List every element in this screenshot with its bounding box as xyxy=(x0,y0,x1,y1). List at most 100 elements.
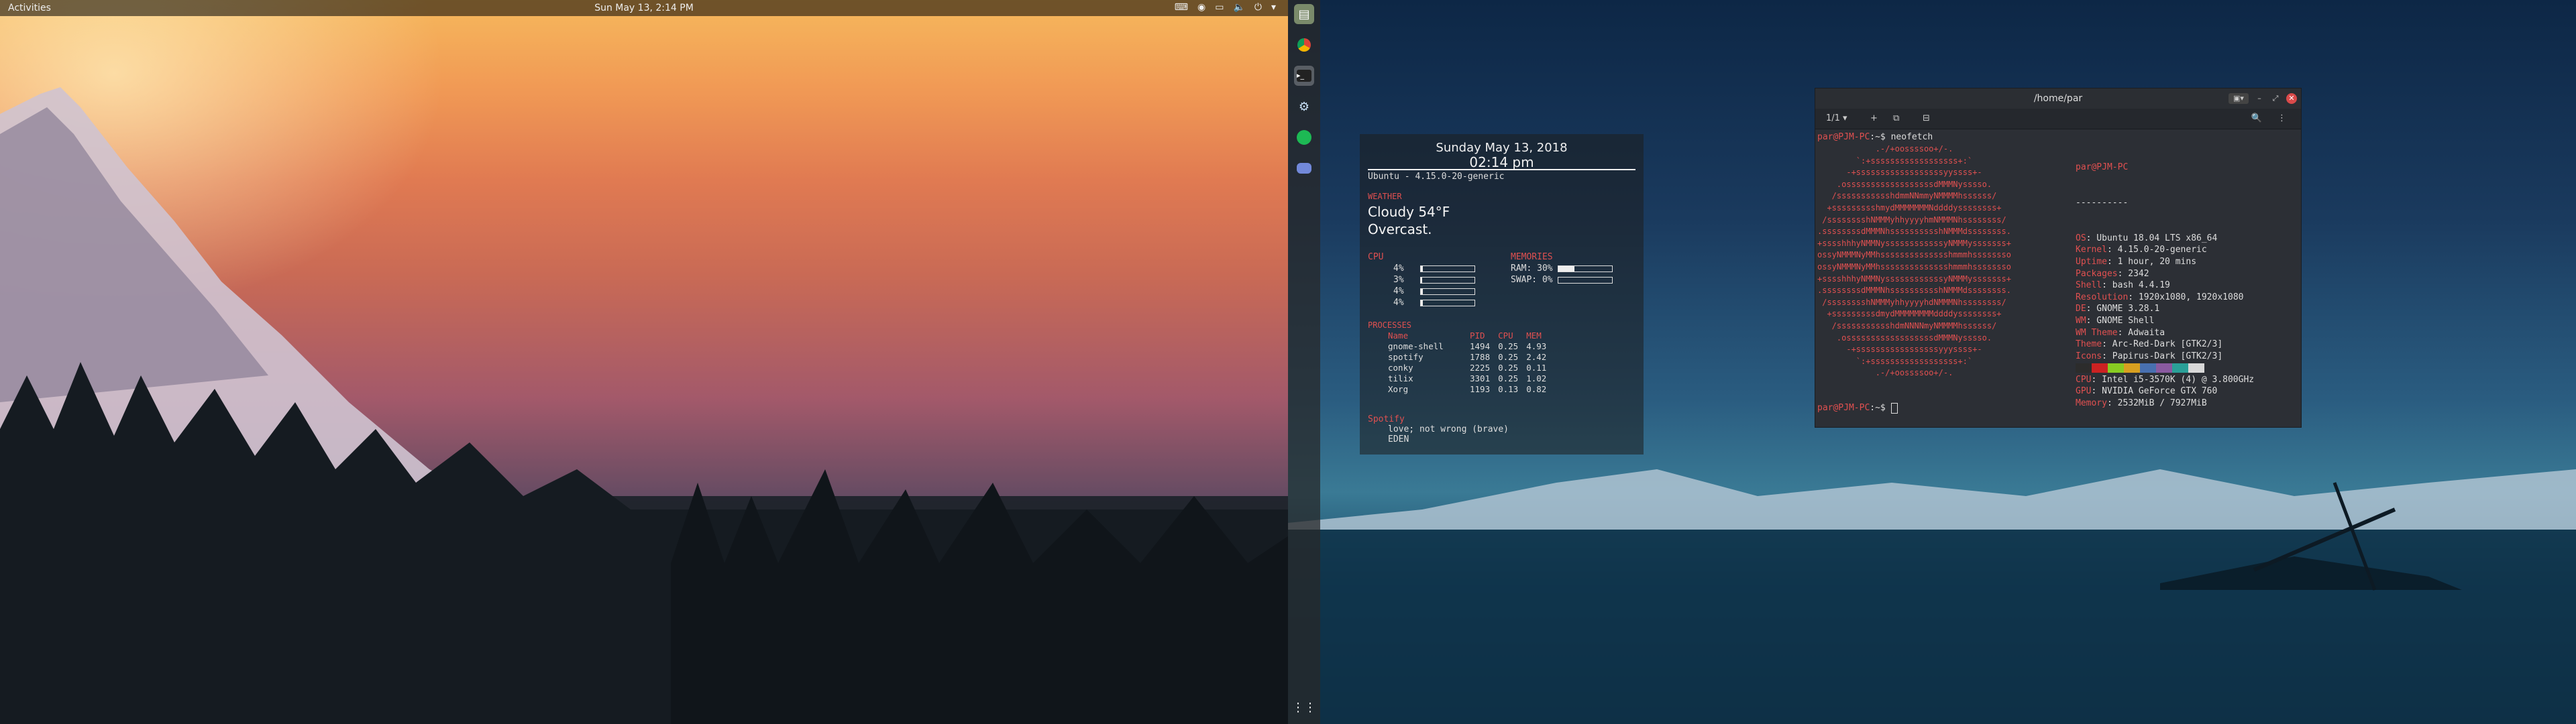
info-value: : 4.15.0-20-generic xyxy=(2106,245,2207,255)
color-swatch xyxy=(2172,363,2188,373)
dock: ▤ ▸_ ⚙ ⋮⋮ xyxy=(1288,0,1320,724)
swap-label: SWAP: 0% xyxy=(1511,275,1553,285)
files-icon[interactable]: ▤ xyxy=(1294,4,1314,24)
processes-section: PROCESSES Name PID CPU MEM gnome-shell 1494 0… xyxy=(1368,320,1550,394)
screen-icon[interactable]: ▭ xyxy=(1215,2,1224,13)
color-swatch xyxy=(2092,363,2108,373)
cpu-rows: 4% 3% 4% 4% xyxy=(1368,263,1475,308)
spotify-heading: Spotify xyxy=(1368,414,1405,424)
top-bar: Activities Sun May 13, 2:14 PM ⌨ ◉ ▭ 🔈 ⏻… xyxy=(0,0,1288,16)
session-selector[interactable]: 1/1 ▾ xyxy=(1826,113,1847,123)
show-apps-icon[interactable]: ⋮⋮ xyxy=(1292,697,1316,717)
process-header: PID xyxy=(1470,330,1485,341)
clock[interactable]: Sun May 13, 2:14 PM xyxy=(0,3,1288,13)
kernel-label: Ubuntu - 4.15.0-20-generic xyxy=(1368,172,1505,182)
info-row: GPU: NVIDIA GeForce GTX 760 xyxy=(2076,385,2254,398)
process-header: MEM xyxy=(1526,330,1542,341)
minimize-icon[interactable]: – xyxy=(2254,93,2265,104)
info-row: Kernel: 4.15.0-20-generic xyxy=(2076,244,2254,256)
info-key: CPU xyxy=(2076,374,2092,385)
cpu-core-row: 4% xyxy=(1368,263,1475,275)
table-row: gnome-shell 1494 0.25 4.93 xyxy=(1368,341,1550,351)
color-swatch xyxy=(2188,363,2204,373)
info-key: Shell xyxy=(2076,280,2102,291)
color-swatch xyxy=(2076,363,2092,373)
terminal-output[interactable]: par@PJM-PC:~$ neofetch .-/+oossssoo+/-. … xyxy=(1815,130,2301,427)
cpu-core-value: 4% xyxy=(1393,286,1404,296)
process-cell: 2225 xyxy=(1470,362,1491,373)
menu-icon[interactable]: ⋮ xyxy=(2277,113,2286,123)
window-controls: ▣▾ – ⤢ ✕ xyxy=(2229,93,2297,104)
info-key: WM Theme xyxy=(2076,327,2118,338)
info-row: WM: GNOME Shell xyxy=(2076,315,2254,327)
cpu-core-bar xyxy=(1420,265,1475,272)
spotify-icon[interactable] xyxy=(1294,127,1314,147)
cpu-core-row: 3% xyxy=(1368,275,1475,286)
process-header: Name xyxy=(1388,330,1409,341)
process-cell: tilix xyxy=(1388,373,1413,383)
steam-icon[interactable]: ⚙ xyxy=(1294,97,1314,117)
info-value: : 1920x1080, 1920x1080 xyxy=(2128,292,2244,302)
info-value: : Papirus-Dark [GTK2/3] xyxy=(2102,351,2223,361)
text-cursor xyxy=(1890,402,1898,414)
info-key: Resolution xyxy=(2076,292,2129,302)
chevron-down-icon[interactable]: ▾ xyxy=(1271,2,1276,13)
search-icon[interactable]: 🔍 xyxy=(2251,113,2262,123)
info-value: : 1 hour, 20 mins xyxy=(2106,256,2197,267)
cpu-core-value: 4% xyxy=(1393,298,1404,308)
prompt-user-2: par@PJM-PC xyxy=(1817,403,1870,413)
process-cell: gnome-shell xyxy=(1388,341,1444,351)
terminal-titlebar[interactable]: /home/par ▣▾ – ⤢ ✕ xyxy=(1815,88,2301,109)
info-key: Packages xyxy=(2076,268,2118,279)
keyboard-icon[interactable]: ⌨ xyxy=(1175,2,1188,13)
color-swatches xyxy=(2076,363,2204,373)
process-cell: 0.13 xyxy=(1498,383,1519,394)
add-right-icon[interactable]: ⧉ xyxy=(1893,113,1899,123)
discord-icon[interactable] xyxy=(1294,158,1314,178)
process-cell: 0.25 xyxy=(1498,362,1519,373)
conky-date: Sunday May 13, 2018 xyxy=(1436,141,1568,155)
discord-icon[interactable]: ◉ xyxy=(1197,2,1205,13)
system-info: par@PJM-PC ---------- OS: Ubuntu 18.04 L… xyxy=(2076,138,2254,433)
info-key: WM xyxy=(2076,315,2086,326)
add-terminal-icon[interactable]: + xyxy=(1870,113,1878,123)
prompt-user: par@PJM-PC xyxy=(1817,132,1870,142)
close-icon[interactable]: ✕ xyxy=(2286,93,2297,104)
add-down-icon[interactable]: ⊟ xyxy=(1923,113,1930,123)
divider xyxy=(1368,169,1635,170)
ram-row: RAM: 30% xyxy=(1511,263,1613,275)
info-key: OS xyxy=(2076,233,2086,243)
window-title: /home/par xyxy=(2033,93,2083,104)
info-value: : Intel i5-3570K (4) @ 3.800GHz xyxy=(2091,374,2255,385)
info-row: WM Theme: Adwaita xyxy=(2076,327,2254,339)
terminal-toolbar: 1/1 ▾ + ⧉ ⊟ 🔍 ⋮ xyxy=(1815,109,2301,129)
info-value: : Adwaita xyxy=(2117,327,2165,338)
ram-label: RAM: 30% xyxy=(1511,263,1553,274)
weather-heading: WEATHER xyxy=(1368,192,1402,201)
maximize-icon[interactable]: ⤢ xyxy=(2270,93,2281,104)
cpu-core-value: 4% xyxy=(1393,263,1404,274)
command-text: neofetch xyxy=(1890,132,1933,142)
process-cell: 0.25 xyxy=(1498,341,1519,351)
info-value: : bash 4.4.19 xyxy=(2102,280,2170,291)
volume-icon[interactable]: 🔈 xyxy=(1233,2,1244,13)
info-row: OS: Ubuntu 18.04 LTS x86_64 xyxy=(2076,233,2254,245)
process-cell: 3301 xyxy=(1470,373,1491,383)
weather-desc: Overcast. xyxy=(1368,221,1432,237)
process-cell: Xorg xyxy=(1388,383,1409,394)
conky-time: 02:14 pm xyxy=(1469,154,1534,170)
info-key: Memory xyxy=(2076,398,2107,409)
terminal-window[interactable]: /home/par ▣▾ – ⤢ ✕ 1/1 ▾ + ⧉ ⊟ 🔍 ⋮ par@P… xyxy=(1815,88,2302,428)
info-row: Packages: 2342 xyxy=(2076,268,2254,280)
chrome-icon[interactable] xyxy=(1294,35,1314,55)
process-cell: 0.11 xyxy=(1526,362,1547,373)
tabs-icon[interactable]: ▣▾ xyxy=(2229,93,2249,104)
processes-heading: PROCESSES xyxy=(1368,320,1412,330)
info-key: Theme xyxy=(2076,339,2102,350)
info-row: DE: GNOME 3.28.1 xyxy=(2076,303,2254,315)
power-icon[interactable]: ⏻ xyxy=(1254,2,1262,13)
info-value: : NVIDIA GeForce GTX 760 xyxy=(2091,386,2218,397)
color-swatch xyxy=(2140,363,2156,373)
terminal-icon[interactable]: ▸_ xyxy=(1294,66,1314,86)
cpu-core-bar xyxy=(1420,288,1475,295)
